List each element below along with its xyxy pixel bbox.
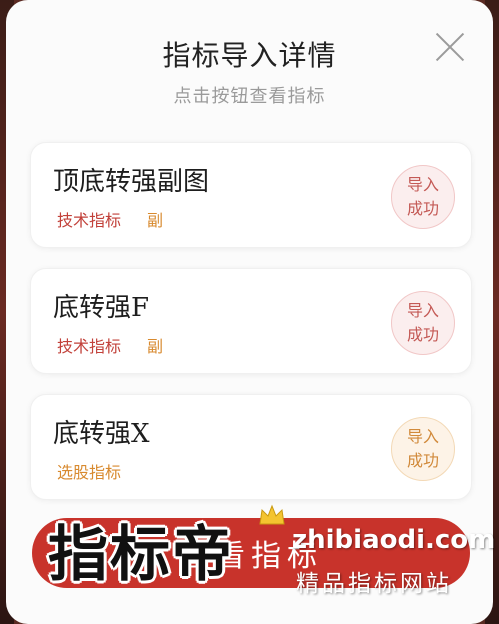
indicator-card[interactable]: 底转强X 选股指标 导入 成功: [30, 394, 472, 500]
dialog-subtitle: 点击按钮查看指标: [173, 86, 326, 107]
indicator-name: 底转强X: [53, 419, 150, 449]
indicator-tags: 技术指标 副: [57, 333, 163, 357]
indicator-name: 底转强F: [53, 293, 150, 323]
indicator-tags: 选股指标: [57, 459, 121, 483]
indicator-name: 顶底转强副图: [53, 167, 210, 197]
dialog-title: 指标导入详情: [162, 39, 337, 72]
import-status-badge: 导入 成功: [391, 417, 455, 481]
status-line: 导入: [406, 175, 439, 194]
import-status-badge: 导入 成功: [391, 291, 455, 355]
tag-type: 技术指标: [57, 211, 122, 230]
tag-type: 技术指标: [57, 337, 122, 356]
status-line: 成功: [406, 451, 439, 470]
status-line: 导入: [406, 301, 439, 320]
indicator-card[interactable]: 顶底转强副图 技术指标 副 导入 成功: [30, 142, 472, 248]
tag-type: 选股指标: [57, 463, 122, 482]
watermark-brand: 指标帝: [48, 520, 234, 590]
import-status-badge: 导入 成功: [391, 165, 455, 229]
status-line: 成功: [406, 325, 439, 344]
close-icon[interactable]: [433, 30, 467, 64]
indicator-card[interactable]: 底转强F 技术指标 副 导入 成功: [30, 268, 472, 374]
status-line: 导入: [406, 427, 439, 446]
status-line: 成功: [406, 199, 439, 218]
watermark-slogan: 精品指标网站: [296, 571, 452, 597]
watermark-url: zhibiaodi.com: [292, 525, 496, 555]
tag-chart: 副: [147, 211, 164, 230]
tag-chart: 副: [147, 337, 164, 356]
crown-icon: [259, 504, 285, 525]
indicator-tags: 技术指标 副: [57, 207, 163, 231]
